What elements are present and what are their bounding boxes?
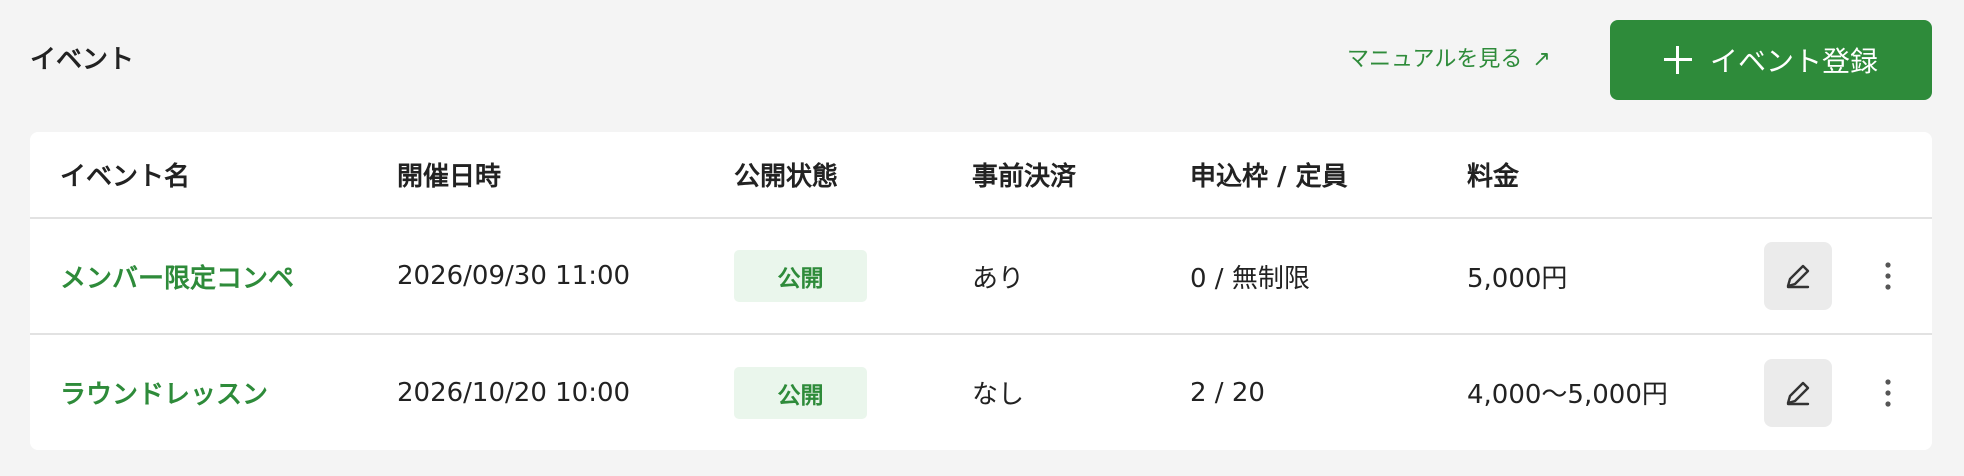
add-event-button[interactable]: イベント登録 [1610, 20, 1932, 100]
more-options-button[interactable] [1876, 256, 1900, 296]
event-prepayment: あり [972, 263, 1025, 294]
plus-icon [1663, 46, 1692, 74]
edit-button[interactable] [1764, 242, 1832, 310]
event-capacity: 0 / 無制限 [1190, 263, 1310, 294]
column-header-prepayment: 事前決済 [972, 162, 1077, 192]
pencil-icon [1786, 381, 1810, 405]
event-datetime: 2026/10/20 10:00 [397, 377, 631, 408]
manual-link-label: マニュアルを見る [1347, 47, 1523, 72]
column-header-event-name: イベント名 [60, 162, 191, 192]
add-event-button-label: イベント登録 [1709, 45, 1878, 78]
column-header-status: 公開状態 [734, 162, 839, 192]
status-badge: 公開 [734, 250, 867, 302]
vertical-ellipsis-icon [1885, 262, 1891, 290]
event-prepayment: なし [972, 380, 1025, 410]
external-link-arrow-icon: ↗ [1532, 47, 1551, 72]
column-header-price: 料金 [1467, 162, 1520, 192]
page-title: イベント [30, 45, 135, 75]
event-price: 5,000円 [1467, 263, 1568, 294]
vertical-ellipsis-icon [1885, 378, 1891, 407]
table-row: メンバー限定コンペ 2026/09/30 11:00 公開 あり 0 / 無制限… [30, 219, 1932, 335]
table-header-row: イベント名 開催日時 公開状態 事前決済 申込枠 / 定員 料金 [30, 132, 1932, 219]
event-capacity: 2 / 20 [1190, 377, 1265, 408]
edit-button[interactable] [1764, 358, 1832, 427]
status-badge: 公開 [734, 366, 867, 419]
events-table: イベント名 開催日時 公開状態 事前決済 申込枠 / 定員 料金 メンバー限定コ… [30, 132, 1932, 450]
more-options-button[interactable] [1876, 373, 1900, 413]
table-row: ラウンドレッスン 2026/10/20 10:00 公開 なし 2 / 20 4… [30, 335, 1932, 450]
event-name-link[interactable]: ラウンドレッスン [60, 374, 268, 411]
event-name-link[interactable]: メンバー限定コンペ [60, 258, 294, 295]
column-header-capacity: 申込枠 / 定員 [1190, 162, 1348, 192]
column-header-datetime: 開催日時 [397, 162, 502, 192]
event-price: 4,000〜5,000円 [1467, 380, 1668, 410]
event-datetime: 2026/09/30 11:00 [397, 261, 631, 291]
pencil-icon [1786, 264, 1810, 289]
manual-link[interactable]: マニュアルを見る ↗ [1347, 40, 1551, 80]
